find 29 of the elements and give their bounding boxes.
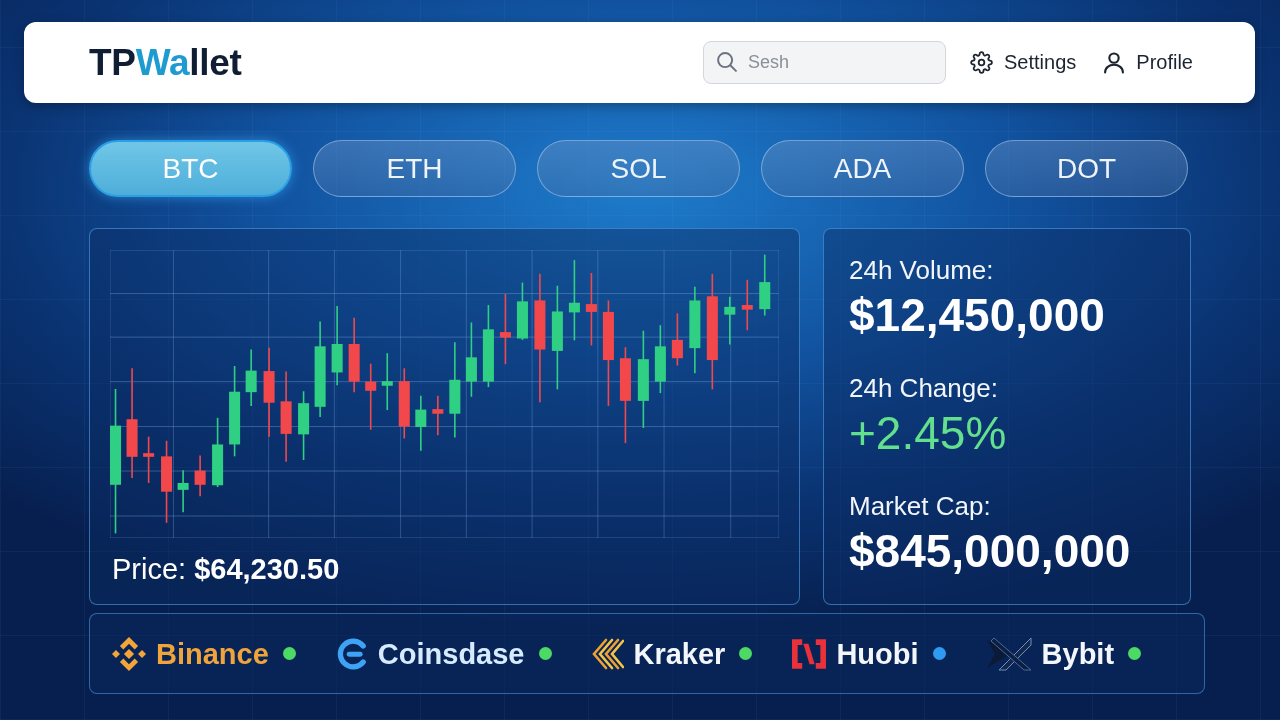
chevron-logo-icon <box>591 637 624 670</box>
search-icon <box>717 52 738 72</box>
stat-value: +2.45% <box>849 407 1008 459</box>
coin-tab[interactable]: ETH <box>313 140 516 197</box>
stat-value: $12,450,000 <box>849 289 1106 341</box>
diamond-logo-icon <box>112 636 146 671</box>
price-value: $64,230.50 <box>194 553 340 585</box>
exchange-name: Kraker <box>633 636 726 671</box>
ring-logo-icon <box>335 637 368 670</box>
exchange-name: Coinsdase <box>377 636 525 671</box>
stat-label: Market Cap: <box>849 491 992 521</box>
stat-value: $845,000,000 <box>849 525 1132 577</box>
exchange-name: Bybit <box>1041 636 1115 671</box>
app-logo: TPWallet <box>89 40 242 85</box>
coin-tab[interactable]: ADA <box>761 140 964 197</box>
gear-icon <box>970 51 994 74</box>
settings-button[interactable]: Settings <box>970 51 1077 74</box>
profile-button[interactable]: Profile <box>1104 51 1193 74</box>
coin-tab[interactable]: SOL <box>537 140 740 197</box>
exchange-name: Huobi <box>836 636 919 671</box>
stat-label: 24h Volume: <box>849 255 995 285</box>
search-field[interactable]: Sesh <box>703 41 947 84</box>
exchange-name: Binance <box>156 636 269 671</box>
bracket-logo-icon <box>792 638 827 669</box>
user-icon <box>1104 51 1125 74</box>
stat-label: 24h Change: <box>849 373 999 403</box>
coin-tab[interactable]: DOT <box>985 140 1188 197</box>
cross-logo-icon <box>985 636 1032 671</box>
price-label: Price: <box>112 553 187 585</box>
